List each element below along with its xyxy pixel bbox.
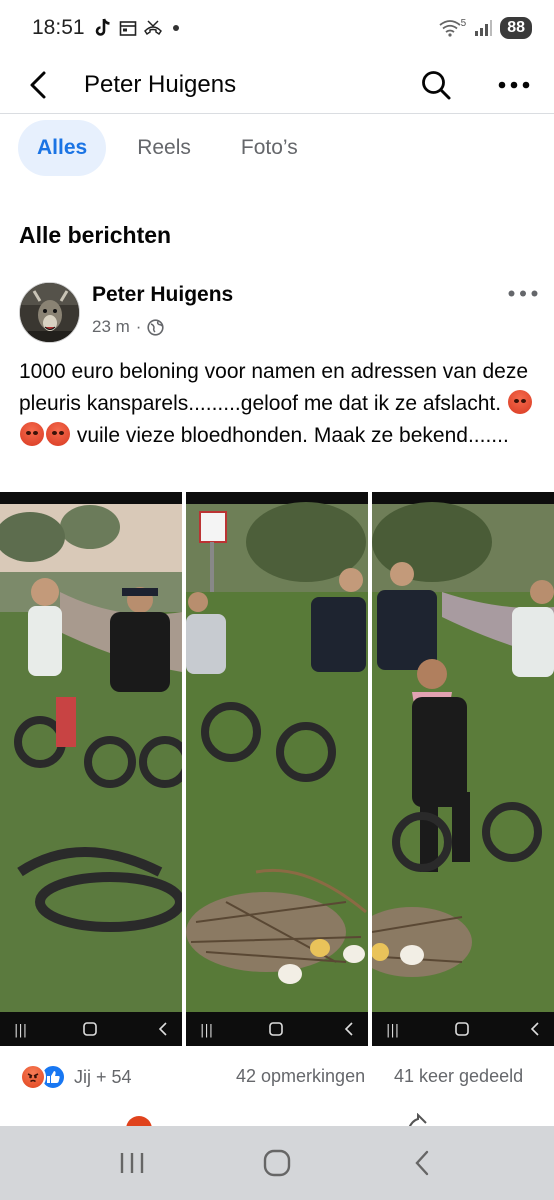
status-right-icons: 5 88 [439,17,532,39]
more-options-button[interactable] [496,67,532,103]
post-photo-1[interactable]: ||| [0,492,182,1046]
angry-face-emoji-icon [507,390,532,414]
network-type-label: 5 [460,17,467,29]
home-button[interactable] [253,1139,301,1187]
recent-apps-button[interactable] [108,1139,156,1187]
recent-apps-icon [121,1153,144,1173]
header-divider [0,113,554,114]
post-text: 1000 euro beloning voor namen en adresse… [19,356,539,452]
post-photo-3[interactable]: ||| [372,492,554,1046]
more-horizontal-icon [498,81,530,89]
app-header: Peter Huigens [0,56,554,114]
author-avatar[interactable] [19,282,80,343]
post-options-button[interactable] [506,282,540,304]
page-title: Peter Huigens [84,71,237,98]
signal-icon [475,20,493,36]
tab-alles[interactable]: Alles [18,120,107,176]
missed-call-icon [143,20,162,36]
photo-3-image: ||| [372,492,554,1046]
system-navigation-bar [0,1126,554,1200]
header-actions [418,67,532,103]
post-author-name[interactable]: Peter Huigens [92,283,233,307]
svg-text:|||: ||| [200,1023,213,1038]
angry-face-emoji-icon [20,422,44,446]
post-text-part1: 1000 euro beloning voor namen en adresse… [19,360,529,415]
content-tabs: Alles Reels Foto’s [18,120,317,176]
post-text-part2: vuile vieze bloedhonden. Maak ze bekend.… [71,424,509,447]
share-count[interactable]: 41 keer gedeeld [394,1066,523,1087]
globe-icon [147,318,165,336]
chevron-left-icon [415,1150,428,1176]
wifi-icon [439,20,461,37]
tab-reels[interactable]: Reels [118,120,210,176]
arrow-left-icon [30,71,46,99]
home-icon [263,1149,291,1177]
system-back-button[interactable] [398,1139,446,1187]
photo-2-image: ||| [186,492,368,1046]
post-time: 23 m [92,317,130,336]
battery-indicator: 88 [500,17,532,39]
section-title: Alle berichten [19,222,172,248]
photo-1-image: ||| [0,492,182,1046]
angry-face-emoji-icon [46,422,70,446]
more-notifications-dot [172,25,179,31]
calendar-icon [119,21,136,36]
search-button[interactable] [418,67,454,103]
tiktok-icon [95,18,110,36]
back-button[interactable] [20,67,56,103]
reactions-summary[interactable]: Jij + 54 [20,1062,132,1092]
post-photo-2[interactable]: ||| [186,492,368,1046]
search-icon [422,71,451,100]
more-horizontal-icon [508,290,538,296]
reaction-count: Jij + 54 [74,1066,132,1087]
svg-text:|||: ||| [386,1023,399,1038]
angry-reaction-icon [20,1064,46,1090]
status-time: 18:51 [32,16,85,39]
status-bar: 18:51 5 88 [0,0,554,56]
meta-separator: · [135,317,142,336]
post-meta: 23 m · [92,317,165,337]
notification-icons [95,18,179,38]
comment-count[interactable]: 42 opmerkingen [236,1066,365,1087]
tab-fotos[interactable]: Foto’s [222,120,317,176]
svg-text:|||: ||| [14,1023,27,1038]
avatar-image [20,283,79,342]
